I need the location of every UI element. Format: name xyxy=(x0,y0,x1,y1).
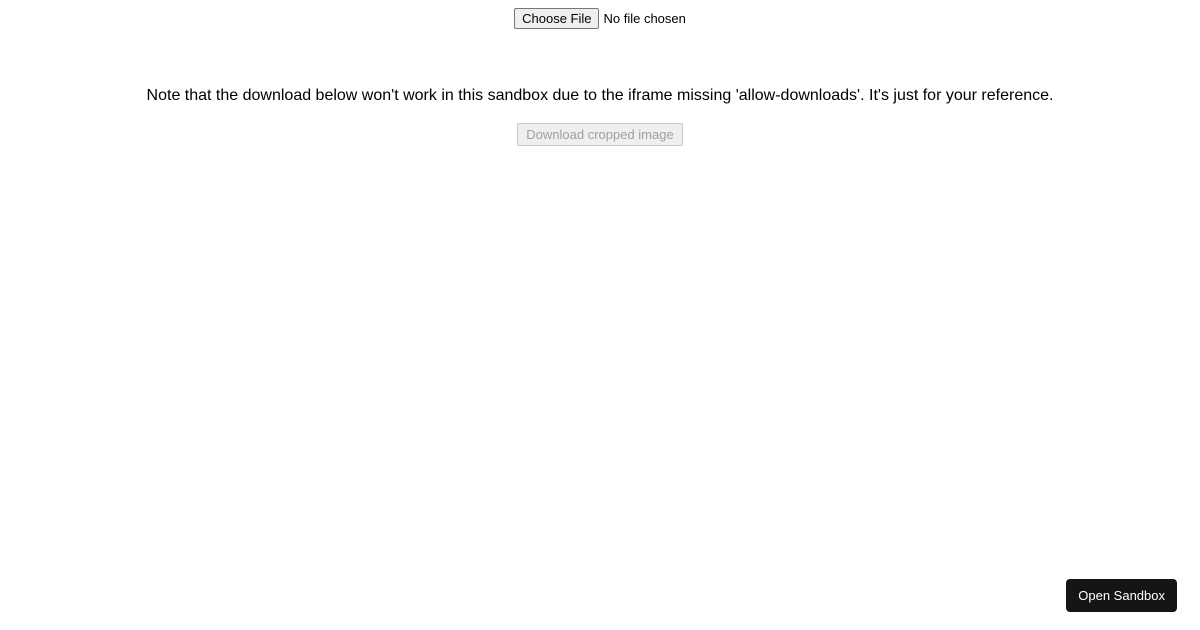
file-chosen-status: No file chosen xyxy=(603,11,685,26)
choose-file-button[interactable]: Choose File xyxy=(514,8,599,29)
download-cropped-image-button: Download cropped image xyxy=(517,123,682,146)
open-sandbox-button[interactable]: Open Sandbox xyxy=(1066,579,1177,612)
note-text: Note that the download below won't work … xyxy=(0,87,1200,105)
main-container: Choose File No file chosen Note that the… xyxy=(0,0,1200,146)
file-input-row: Choose File No file chosen xyxy=(514,8,686,29)
